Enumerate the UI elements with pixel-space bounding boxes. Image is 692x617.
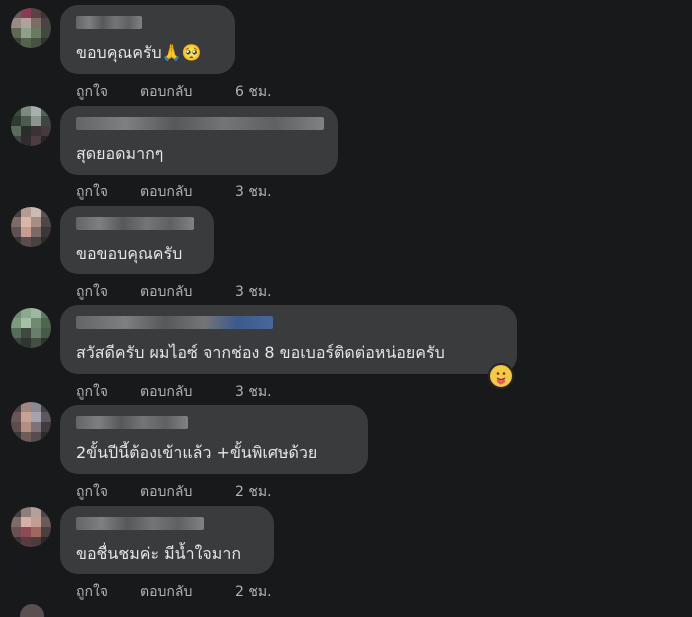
timestamp[interactable]: 2 ชม. [235, 581, 272, 603]
commenter-name-blurred[interactable] [76, 316, 273, 329]
comment-bubble: ขอชื่นชมค่ะ มีน้ำใจมาก [60, 506, 274, 574]
timestamp[interactable]: 2 ชม. [235, 481, 272, 503]
timestamp[interactable]: 3 ชม. [235, 381, 272, 403]
like-button[interactable]: ถูกใจ [76, 81, 108, 103]
comment-text: สวัสดีครับ ผมไอซ์ จากช่อง 8 ขอเบอร์ติดต่… [76, 343, 445, 362]
like-button[interactable]: ถูกใจ [76, 581, 108, 603]
timestamp[interactable]: 3 ชม. [235, 181, 272, 203]
comment-text: ขอขอบคุณครับ [76, 244, 183, 263]
comment-text: ขอชื่นชมค่ะ มีน้ำใจมาก [76, 544, 242, 563]
comment-text: ขอบคุณครับ🙏🥺 [76, 41, 202, 66]
commenter-name-blurred[interactable] [76, 217, 194, 230]
avatar[interactable] [11, 402, 51, 442]
reply-button[interactable]: ตอบกลับ [140, 81, 192, 103]
commenter-name-blurred[interactable] [76, 517, 204, 530]
comment-bubble: ขอขอบคุณครับ [60, 206, 214, 274]
like-button[interactable]: ถูกใจ [76, 181, 108, 203]
reply-button[interactable]: ตอบกลับ [140, 281, 192, 303]
reply-button[interactable]: ตอบกลับ [140, 481, 192, 503]
avatar[interactable] [11, 507, 51, 547]
avatar[interactable] [11, 8, 51, 48]
reply-button[interactable]: ตอบกลับ [140, 581, 192, 603]
reply-button[interactable]: ตอบกลับ [140, 381, 192, 403]
comment-text: สุดยอดมากๆ [76, 144, 164, 163]
avatar[interactable] [20, 604, 44, 617]
timestamp[interactable]: 3 ชม. [235, 281, 272, 303]
comment-bubble: สุดยอดมากๆ [60, 106, 338, 175]
comment-bubble: 2ขั้นปีนี้ต้องเข้าแล้ว +ขั้นพิเศษด้วย [60, 405, 368, 474]
like-button[interactable]: ถูกใจ [76, 481, 108, 503]
commenter-name-blurred[interactable] [76, 16, 142, 29]
emoji-icons: 🙏🥺 [161, 43, 202, 62]
avatar[interactable] [11, 308, 51, 348]
comment-text-value: ขอบคุณครับ [76, 43, 162, 62]
like-button[interactable]: ถูกใจ [76, 381, 108, 403]
comment-bubble: ขอบคุณครับ🙏🥺 [60, 5, 235, 74]
comment-text: 2ขั้นปีนี้ต้องเข้าแล้ว +ขั้นพิเศษด้วย [76, 443, 318, 462]
commenter-name-blurred[interactable] [76, 117, 324, 130]
avatar[interactable] [11, 106, 51, 146]
comment-bubble: สวัสดีครับ ผมไอซ์ จากช่อง 8 ขอเบอร์ติดต่… [60, 305, 517, 374]
care-reaction-icon[interactable] [488, 363, 514, 389]
like-button[interactable]: ถูกใจ [76, 281, 108, 303]
timestamp[interactable]: 6 ชม. [235, 81, 272, 103]
commenter-name-blurred[interactable] [76, 416, 188, 429]
avatar[interactable] [11, 207, 51, 247]
reply-button[interactable]: ตอบกลับ [140, 181, 192, 203]
